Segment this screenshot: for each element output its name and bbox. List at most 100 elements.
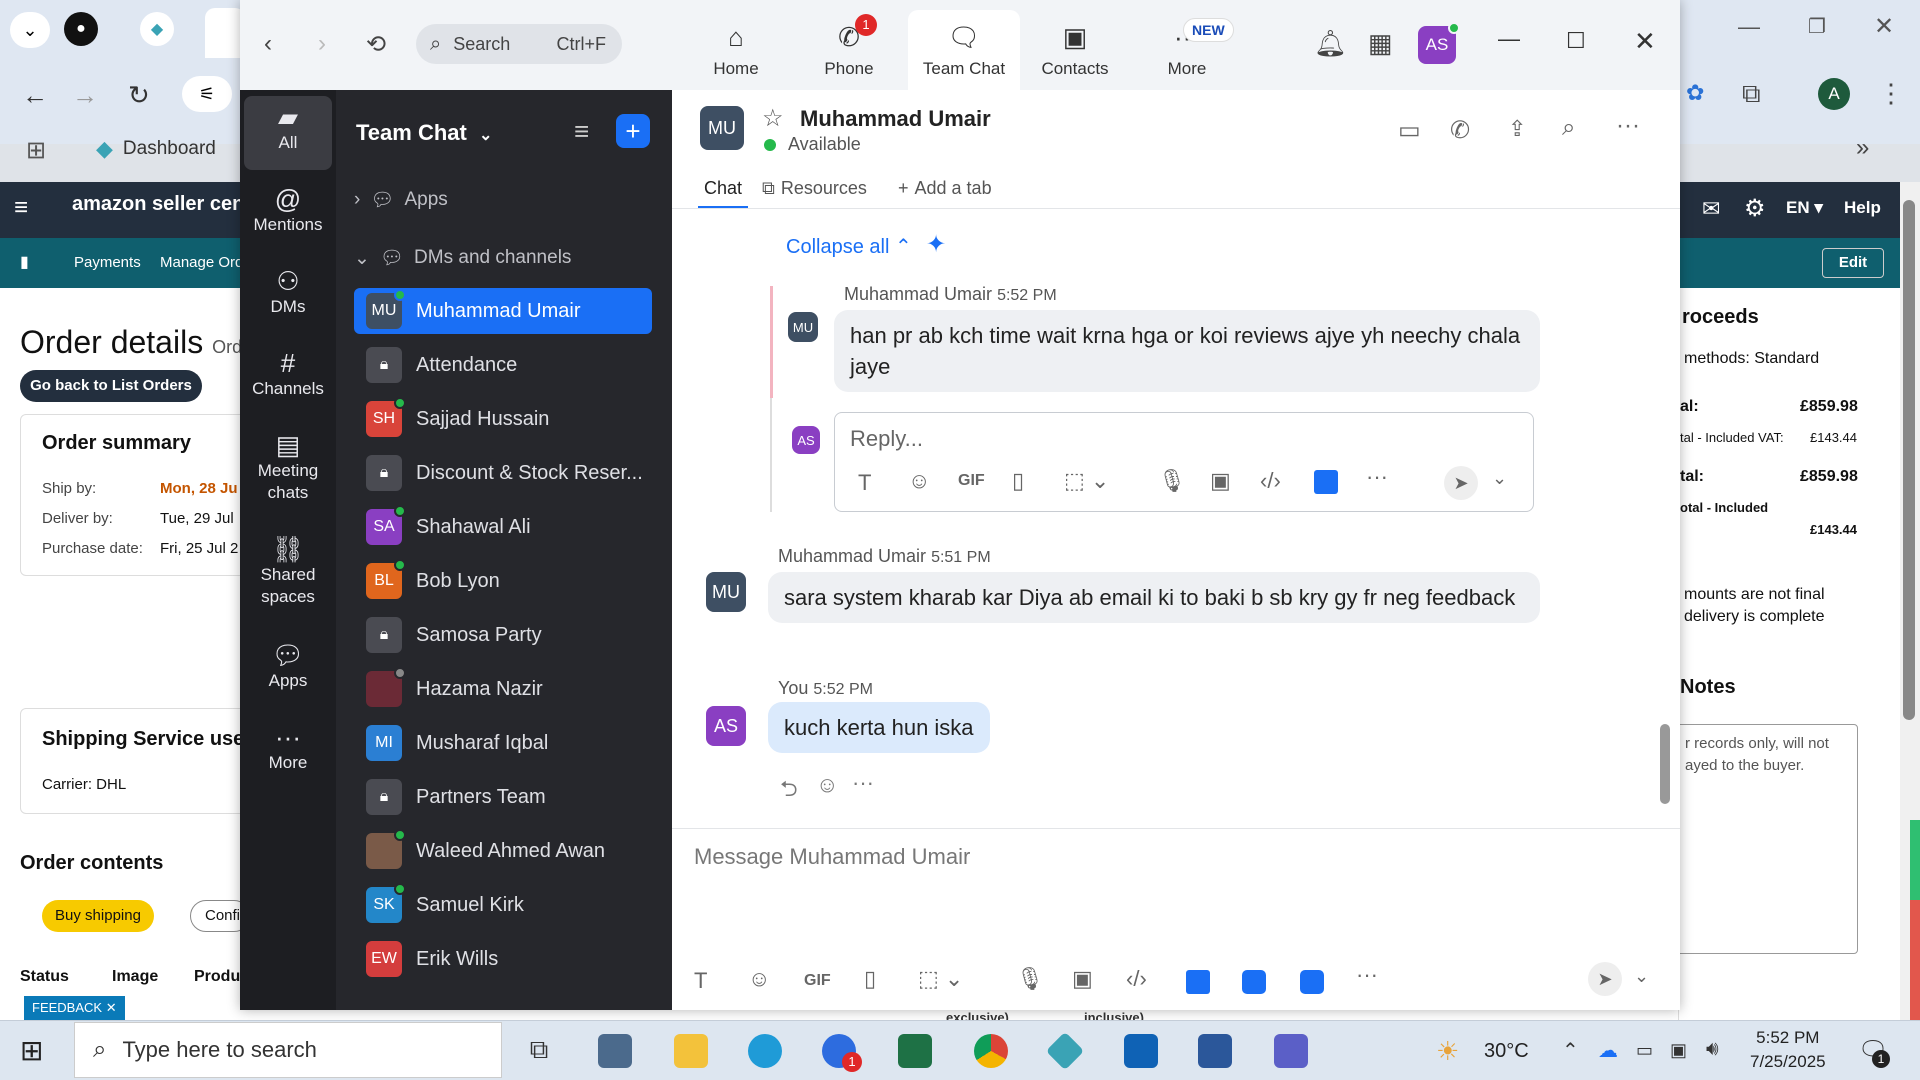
clips-icon[interactable] — [1300, 970, 1324, 994]
rail-channels[interactable]: # Channels — [244, 350, 332, 400]
chat-more-icon[interactable]: ··· — [1616, 112, 1640, 140]
tab-home[interactable]: ⌂ Home — [680, 10, 792, 90]
reply-box[interactable] — [834, 412, 1534, 512]
onedrive-icon[interactable]: ☁ — [1598, 1038, 1618, 1063]
tab-contacts[interactable]: ▣ Contacts — [1019, 10, 1131, 90]
language-selector[interactable]: EN ▾ — [1786, 198, 1823, 218]
bookmark-dashboard[interactable]: ◆ Dashboard — [96, 136, 216, 162]
hamburger-icon[interactable]: ≡ — [14, 194, 28, 222]
site-info-icon[interactable]: ⚟ — [182, 76, 232, 112]
add-tab-button[interactable]: + Add a tab — [898, 178, 992, 199]
rail-dms[interactable]: ⚇ DMs — [244, 268, 332, 318]
reload-icon[interactable]: ↻ — [128, 80, 150, 111]
text-format-icon[interactable]: T — [694, 968, 707, 994]
collapse-all-button[interactable]: Collapse all ⌃ — [786, 234, 912, 259]
forward-icon[interactable]: → — [72, 80, 98, 111]
message-avatar[interactable]: AS — [706, 706, 746, 746]
screenshot-icon[interactable]: ⬚ ⌄ — [918, 966, 963, 992]
profile-avatar[interactable]: A — [1818, 78, 1850, 110]
list-item[interactable]: SH Sajjad Hussain — [354, 396, 652, 442]
list-item[interactable]: MU Muhammad Umair — [354, 288, 652, 334]
chat-search-icon[interactable]: ⌕ — [1562, 114, 1575, 142]
page-scrollbar-thumb[interactable] — [1903, 200, 1915, 720]
microphone-icon[interactable]: 🎙︎ — [1016, 966, 1044, 992]
rail-apps[interactable]: 💬︎ Apps — [244, 642, 332, 692]
microphone-icon[interactable]: 🎙︎ — [1158, 468, 1186, 494]
code-icon[interactable]: ‹/› — [1126, 966, 1147, 992]
word-icon[interactable] — [1198, 1034, 1232, 1068]
user-avatar[interactable]: AS — [1418, 22, 1460, 64]
minimize-browser-icon[interactable]: — — [1738, 14, 1760, 40]
whiteboard-icon[interactable] — [1242, 970, 1266, 994]
section-dms[interactable]: ⌄ 💬︎ DMs and channels — [354, 246, 571, 270]
text-format-icon[interactable]: T — [858, 470, 871, 496]
minimize-icon[interactable]: — — [1498, 26, 1520, 52]
rail-mentions[interactable]: @ Mentions — [244, 186, 332, 236]
chat-tab-resources[interactable]: ⧉ Resources — [762, 178, 867, 199]
thread-message[interactable]: han pr ab kch time wait krna hga or koi … — [834, 310, 1540, 392]
filter-icon[interactable]: ≡ — [574, 116, 589, 147]
rail-all[interactable]: ▰ All — [244, 104, 332, 154]
ai-sparkle-icon[interactable]: ✦ — [926, 230, 946, 259]
gif-icon[interactable]: GIF — [804, 972, 831, 990]
chat-contact-avatar[interactable]: MU — [700, 106, 744, 150]
list-item[interactable]: BL Bob Lyon — [354, 558, 652, 604]
calendar-icon[interactable]: ▦ — [1368, 28, 1393, 59]
close-icon[interactable]: ✕ — [1634, 26, 1656, 57]
tab-phone[interactable]: ✆ Phone 1 — [793, 10, 905, 90]
more-tools-icon[interactable]: ··· — [1366, 464, 1388, 490]
send-options-icon[interactable]: ⌄ — [1492, 468, 1507, 489]
history-icon[interactable]: ⟲ — [366, 30, 386, 59]
edit-button[interactable]: Edit — [1822, 248, 1884, 278]
battery-icon[interactable]: ▭ — [1636, 1040, 1653, 1061]
notes-textarea[interactable]: r records only, will not ayed to the buy… — [1676, 724, 1858, 954]
star-icon[interactable]: ☆ — [762, 104, 784, 133]
list-item[interactable]: SK Samuel Kirk — [354, 882, 652, 928]
edge-icon[interactable] — [748, 1034, 782, 1068]
mail-icon[interactable]: ✉ — [1702, 196, 1720, 222]
list-item[interactable]: MI Musharaf Iqbal — [354, 720, 652, 766]
tab-more[interactable]: ··· More NEW — [1131, 10, 1243, 90]
close-browser-icon[interactable]: ✕ — [1874, 12, 1894, 41]
chat-tab-chat[interactable]: Chat — [704, 178, 742, 199]
new-chat-button[interactable]: + — [616, 114, 650, 148]
temperature-label[interactable]: 30°C — [1484, 1040, 1529, 1063]
network-icon[interactable]: ▣ — [1670, 1040, 1687, 1061]
tab-team-chat[interactable]: 🗨 Team Chat — [908, 10, 1020, 90]
weather-icon[interactable]: ☀ — [1436, 1036, 1459, 1067]
reply-thread-icon[interactable]: ⮌ — [780, 772, 798, 810]
emoji-icon[interactable]: ☺ — [748, 966, 770, 992]
extension-icon[interactable]: ✿ — [1686, 80, 1704, 106]
file-explorer-icon[interactable] — [674, 1034, 708, 1068]
thread-author-avatar[interactable]: MU — [788, 312, 818, 342]
notification-center-icon[interactable]: 🗨︎ 1 — [1858, 1036, 1890, 1068]
list-item[interactable]: 🔒︎ Partners Team — [354, 774, 652, 820]
docs-icon[interactable] — [1186, 970, 1210, 994]
tray-chevron-icon[interactable]: ⌃ — [1562, 1038, 1579, 1063]
browser-tab-active[interactable] — [205, 8, 245, 58]
settings-gear-icon[interactable]: ⚙ — [1744, 194, 1766, 223]
help-link[interactable]: Help — [1844, 198, 1881, 218]
chrome-icon[interactable] — [974, 1034, 1008, 1068]
browser-tab-icon[interactable]: ● — [64, 12, 98, 46]
video-call-icon[interactable]: ▭ — [1398, 116, 1421, 145]
maximize-icon[interactable]: ☐ — [1566, 28, 1586, 54]
emoji-icon[interactable]: ☺ — [908, 468, 930, 494]
video-message-icon[interactable]: ▣ — [1072, 966, 1093, 992]
send-icon[interactable]: ➤ — [1444, 466, 1478, 500]
zoom-back-icon[interactable]: ‹ — [264, 30, 272, 58]
list-item[interactable]: 🔒︎ Attendance — [354, 342, 652, 388]
send-options-icon[interactable]: ⌄ — [1634, 966, 1649, 987]
back-to-orders-button[interactable]: Go back to List Orders — [20, 370, 202, 402]
back-icon[interactable]: ← — [22, 80, 48, 111]
file-icon[interactable]: ▯ — [864, 966, 876, 992]
apps-grid-icon[interactable]: ⊞ — [26, 136, 46, 165]
zoom-app-icon[interactable]: 1 — [822, 1034, 862, 1072]
video-message-icon[interactable]: ▣ — [1210, 468, 1231, 494]
list-item[interactable]: EW Erik Wills — [354, 936, 652, 982]
calculator-icon[interactable] — [598, 1034, 632, 1068]
message-bubble[interactable]: kuch kerta hun iska — [768, 702, 990, 753]
chat-list-title[interactable]: Team Chat ⌄ — [356, 120, 492, 146]
composer-input[interactable]: Message Muhammad Umair — [694, 844, 970, 870]
message-bubble[interactable]: sara system kharab kar Diya ab email ki … — [768, 572, 1540, 623]
